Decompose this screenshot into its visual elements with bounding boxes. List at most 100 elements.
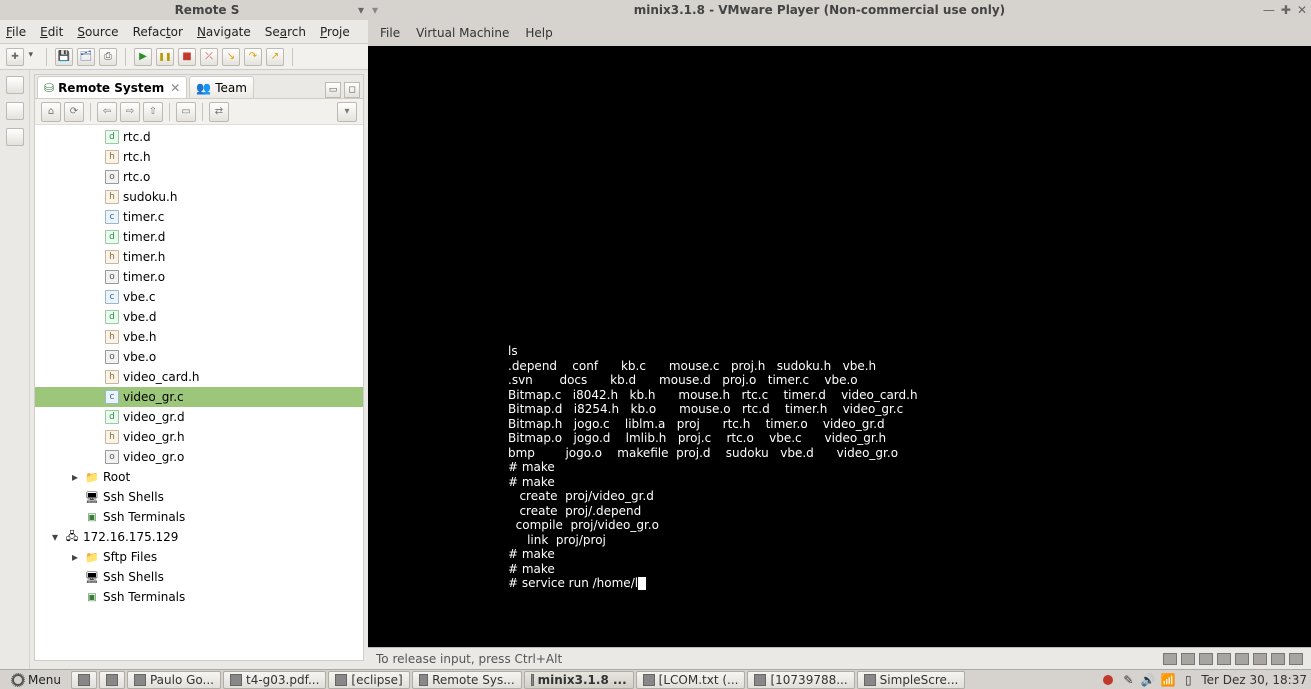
file-icon: o	[105, 270, 119, 284]
expand-arrow-icon[interactable]: ▸	[69, 550, 81, 564]
home-button[interactable]: ⌂	[41, 102, 61, 122]
refresh-button[interactable]: ⟳	[64, 102, 84, 122]
vm-device-icon[interactable]	[1199, 653, 1213, 665]
perspective-button[interactable]	[6, 128, 24, 146]
vm-device-icon[interactable]	[1181, 653, 1195, 665]
file-tree-item[interactable]: h video_gr.h	[35, 427, 363, 447]
taskbar-item[interactable]: Paulo Go...	[127, 671, 221, 689]
file-tree-item[interactable]: dvbe.d	[35, 307, 363, 327]
vm-device-icon[interactable]	[1253, 653, 1267, 665]
minimize-icon[interactable]: —	[1263, 3, 1275, 17]
perspective-button[interactable]	[6, 76, 24, 94]
vm-terminal[interactable]: ls.depend conf kb.c mouse.c proj.h sudok…	[368, 46, 1311, 647]
vm-device-icon[interactable]	[1235, 653, 1249, 665]
disconnect-button[interactable]	[200, 48, 218, 66]
perspective-button[interactable]	[6, 102, 24, 120]
taskbar-item[interactable]: Remote Sys...	[412, 671, 522, 689]
tree-node[interactable]: Ssh Shells	[35, 567, 363, 587]
step-into-button[interactable]	[222, 48, 240, 66]
network-icon[interactable]: 📶	[1161, 673, 1175, 687]
back-button[interactable]: ⇦	[97, 102, 117, 122]
file-tree-item[interactable]: hvbe.h	[35, 327, 363, 347]
vm-device-icon[interactable]	[1289, 653, 1303, 665]
terminate-button[interactable]	[178, 48, 196, 66]
tree-node[interactable]: Ssh Terminals	[35, 587, 363, 607]
file-tree-item[interactable]: cvideo_gr.c	[35, 387, 363, 407]
tab-remote-system[interactable]: ⛁ Remote System ✕	[37, 76, 187, 98]
menu-navigate[interactable]: Navigate	[197, 25, 251, 39]
file-tree-item[interactable]: otimer.o	[35, 267, 363, 287]
tree-node[interactable]: Ssh Terminals	[35, 507, 363, 527]
file-tree-item[interactable]: hrtc.h	[35, 147, 363, 167]
vmware-menu-help[interactable]: Help	[525, 26, 552, 40]
vm-device-icon[interactable]	[1217, 653, 1231, 665]
vmware-menu-file[interactable]: File	[380, 26, 400, 40]
taskbar-item[interactable]: [10739788...	[747, 671, 854, 689]
menu-refactor[interactable]: Refactor	[133, 25, 183, 39]
view-menu-button[interactable]: ▾	[337, 102, 357, 122]
file-tree-item[interactable]: cvbe.c	[35, 287, 363, 307]
file-tree-item[interactable]: dvideo_gr.d	[35, 407, 363, 427]
file-name: video_gr.h	[123, 430, 185, 444]
vm-device-icon[interactable]	[1163, 653, 1177, 665]
file-icon: c	[105, 290, 119, 304]
file-tree-item[interactable]: dtimer.d	[35, 227, 363, 247]
battery-icon[interactable]: ▯	[1181, 673, 1195, 687]
print-button[interactable]	[99, 48, 117, 66]
file-tree-item[interactable]: ovbe.o	[35, 347, 363, 367]
file-name: timer.d	[123, 230, 165, 244]
menu-source[interactable]: Source	[77, 25, 118, 39]
step-return-button[interactable]	[266, 48, 284, 66]
file-icon: h	[105, 430, 119, 444]
forward-button[interactable]: ⇨	[120, 102, 140, 122]
file-tree-item[interactable]: ortc.o	[35, 167, 363, 187]
file-tree-item[interactable]: hvideo_card.h	[35, 367, 363, 387]
show-desktop-button[interactable]	[71, 671, 97, 689]
tree-node[interactable]: ▾172.16.175.129	[35, 527, 363, 547]
up-button[interactable]: ⇧	[143, 102, 163, 122]
suspend-button[interactable]	[156, 48, 174, 66]
new-button[interactable]	[6, 48, 24, 66]
link-button[interactable]: ⇄	[209, 102, 229, 122]
maximize-view-icon[interactable]: ◻	[344, 82, 360, 98]
file-tree-item[interactable]: drtc.d	[35, 127, 363, 147]
vmware-menu-vm[interactable]: Virtual Machine	[416, 26, 509, 40]
file-tree-item[interactable]: hsudoku.h	[35, 187, 363, 207]
eclipse-dropdown-icon[interactable]: ▾	[358, 3, 364, 17]
tree-node[interactable]: ▸Sftp Files	[35, 547, 363, 567]
taskbar-item[interactable]: minix3.1.8 ...	[524, 671, 634, 689]
collapse-button[interactable]: ▭	[176, 102, 196, 122]
file-manager-button[interactable]	[99, 671, 125, 689]
file-tree-item[interactable]: ovideo_gr.o	[35, 447, 363, 467]
file-tree-item[interactable]: ctimer.c	[35, 207, 363, 227]
menu-edit[interactable]: Edit	[40, 25, 63, 39]
minimize-view-icon[interactable]: ▭	[325, 82, 341, 98]
start-menu-button[interactable]: Menu	[4, 671, 69, 689]
menu-search[interactable]: Search	[265, 25, 306, 39]
taskbar-item[interactable]: [eclipse]	[328, 671, 409, 689]
save-all-button[interactable]	[77, 48, 95, 66]
close-tab-icon[interactable]: ✕	[170, 81, 180, 95]
tree-node[interactable]: ▸Root	[35, 467, 363, 487]
menu-file[interactable]: File	[6, 25, 26, 39]
menu-project[interactable]: Proje	[320, 25, 350, 39]
resume-button[interactable]	[134, 48, 152, 66]
volume-icon[interactable]: 🔊	[1141, 673, 1155, 687]
tab-team[interactable]: 👥 Team	[189, 76, 254, 98]
save-button[interactable]	[55, 48, 73, 66]
maximize-icon[interactable]: ✚	[1281, 3, 1291, 17]
taskbar-item[interactable]: SimpleScre...	[857, 671, 966, 689]
updates-icon[interactable]: ✎	[1121, 673, 1135, 687]
tree-node[interactable]: Ssh Shells	[35, 487, 363, 507]
taskbar-item[interactable]: t4-g03.pdf...	[223, 671, 326, 689]
terminal-cursor	[638, 577, 646, 590]
close-icon[interactable]: ✕	[1297, 3, 1307, 17]
step-over-button[interactable]	[244, 48, 262, 66]
expand-arrow-icon[interactable]: ▾	[49, 530, 61, 544]
taskbar-item[interactable]: [LCOM.txt (...	[636, 671, 746, 689]
record-icon[interactable]	[1101, 673, 1115, 687]
expand-arrow-icon[interactable]: ▸	[69, 470, 81, 484]
file-tree-item[interactable]: htimer.h	[35, 247, 363, 267]
vm-device-icon[interactable]	[1271, 653, 1285, 665]
clock[interactable]: Ter Dez 30, 18:37	[1201, 673, 1307, 687]
